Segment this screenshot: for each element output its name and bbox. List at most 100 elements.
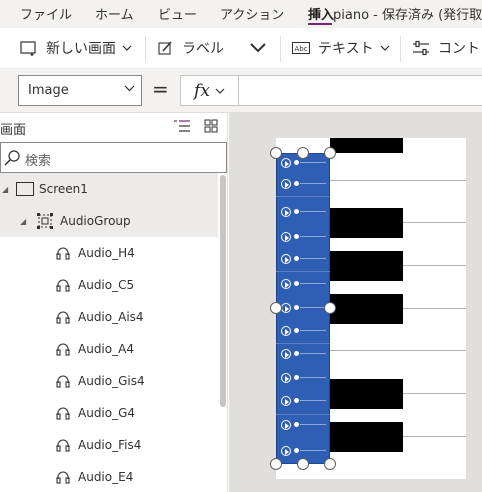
menu-insert[interactable]: 挿入 bbox=[308, 4, 334, 23]
seek-track[interactable] bbox=[300, 236, 326, 237]
seek-track[interactable] bbox=[300, 450, 326, 451]
seek-knob[interactable] bbox=[294, 448, 299, 453]
menu-home[interactable]: ホーム bbox=[95, 4, 134, 23]
resize-handle-top-right[interactable] bbox=[324, 147, 336, 159]
seek-track[interactable] bbox=[300, 330, 326, 331]
expand-caret-icon[interactable]: ◢ bbox=[2, 185, 8, 194]
tree-item-audio[interactable]: Audio_A4 bbox=[0, 333, 218, 365]
expand-caret-icon[interactable]: ◢ bbox=[20, 217, 26, 226]
audio-control[interactable] bbox=[276, 392, 330, 410]
tree-search-input[interactable]: 検索 bbox=[0, 142, 227, 173]
seek-knob[interactable] bbox=[294, 256, 299, 261]
resize-handle-bottom[interactable] bbox=[297, 458, 309, 470]
play-icon[interactable] bbox=[281, 326, 291, 336]
text-input-icon: Abc bbox=[292, 42, 310, 54]
seek-track[interactable] bbox=[300, 424, 326, 425]
tree-item-audio[interactable]: Audio_H4 bbox=[0, 237, 218, 269]
audio-control[interactable] bbox=[276, 203, 330, 221]
play-icon[interactable] bbox=[281, 303, 291, 313]
seek-track[interactable] bbox=[300, 162, 326, 163]
seek-track[interactable] bbox=[300, 211, 326, 212]
resize-handle-right[interactable] bbox=[324, 302, 336, 314]
tree-item-audio[interactable]: Audio_Fis4 bbox=[0, 429, 218, 461]
resize-handle-bottom-right[interactable] bbox=[324, 458, 336, 470]
resize-handle-left[interactable] bbox=[270, 302, 282, 314]
audio-control[interactable] bbox=[276, 369, 330, 387]
seek-track[interactable] bbox=[300, 183, 326, 184]
black-key[interactable] bbox=[330, 138, 403, 153]
seek-knob[interactable] bbox=[294, 234, 299, 239]
menu-file[interactable]: ファイル bbox=[20, 4, 72, 23]
resize-handle-top[interactable] bbox=[297, 147, 309, 159]
audio-control[interactable] bbox=[276, 345, 330, 363]
black-key[interactable] bbox=[330, 422, 403, 452]
resize-handle-bottom-left[interactable] bbox=[270, 458, 282, 470]
fx-icon: fx bbox=[194, 80, 210, 101]
controls-icon bbox=[413, 40, 429, 56]
tree-item-audio[interactable]: Audio_Ais4 bbox=[0, 301, 218, 333]
audio-control[interactable] bbox=[276, 322, 330, 340]
seek-knob[interactable] bbox=[294, 281, 299, 286]
formula-bar: Image = fx bbox=[0, 69, 482, 113]
play-icon[interactable] bbox=[281, 446, 291, 456]
audio-control[interactable] bbox=[276, 228, 330, 246]
black-key[interactable] bbox=[330, 251, 403, 281]
menu-action[interactable]: アクション bbox=[220, 4, 284, 23]
seek-knob[interactable] bbox=[294, 305, 299, 310]
play-icon[interactable] bbox=[281, 207, 291, 217]
property-dropdown[interactable]: Image bbox=[18, 75, 142, 106]
label-button[interactable]: ラベル bbox=[158, 28, 224, 68]
audio-divider bbox=[276, 414, 330, 415]
audio-control[interactable] bbox=[276, 416, 330, 434]
play-icon[interactable] bbox=[281, 158, 291, 168]
seek-knob[interactable] bbox=[294, 181, 299, 186]
seek-track[interactable] bbox=[300, 283, 326, 284]
new-screen-button[interactable]: 新しい画面 bbox=[20, 28, 140, 68]
list-view-icon[interactable] bbox=[173, 119, 191, 133]
play-icon[interactable] bbox=[281, 232, 291, 242]
audio-control[interactable] bbox=[276, 175, 330, 193]
seek-track[interactable] bbox=[300, 258, 326, 259]
seek-track[interactable] bbox=[300, 307, 326, 308]
audio-control[interactable] bbox=[276, 275, 330, 293]
headphones-icon bbox=[56, 407, 70, 420]
play-icon[interactable] bbox=[281, 373, 291, 383]
seek-knob[interactable] bbox=[294, 351, 299, 356]
play-icon[interactable] bbox=[281, 420, 291, 430]
tree-item-audio[interactable]: Audio_G4 bbox=[0, 397, 218, 429]
play-icon[interactable] bbox=[281, 179, 291, 189]
tree-item-audio[interactable]: Audio_E4 bbox=[0, 461, 218, 492]
text-button[interactable]: Abc テキスト bbox=[292, 28, 398, 68]
tree-item-audiogroup[interactable]: ◢ AudioGroup bbox=[0, 205, 218, 237]
seek-track[interactable] bbox=[300, 400, 326, 401]
tree-item-audio[interactable]: Audio_Gis4 bbox=[0, 365, 218, 397]
controls-button[interactable]: コント bbox=[412, 28, 480, 68]
seek-track[interactable] bbox=[300, 377, 326, 378]
seek-knob[interactable] bbox=[294, 328, 299, 333]
seek-knob[interactable] bbox=[294, 422, 299, 427]
tree-item-audio[interactable]: Audio_C5 bbox=[0, 269, 218, 301]
resize-handle-top-left[interactable] bbox=[270, 147, 282, 159]
play-icon[interactable] bbox=[281, 254, 291, 264]
seek-knob[interactable] bbox=[294, 209, 299, 214]
fx-button[interactable]: fx bbox=[180, 75, 239, 106]
seek-track[interactable] bbox=[300, 353, 326, 354]
formula-input[interactable] bbox=[239, 75, 482, 106]
play-icon[interactable] bbox=[281, 349, 291, 359]
headphones-icon bbox=[56, 343, 70, 356]
tree-item-screen1[interactable]: ◢ Screen1 bbox=[0, 173, 218, 205]
seek-knob[interactable] bbox=[294, 398, 299, 403]
black-key[interactable] bbox=[330, 208, 403, 238]
audio-control[interactable] bbox=[276, 250, 330, 268]
seek-knob[interactable] bbox=[294, 375, 299, 380]
play-icon[interactable] bbox=[281, 279, 291, 289]
black-key[interactable] bbox=[330, 294, 403, 324]
tree-scrollbar-thumb[interactable] bbox=[220, 175, 226, 407]
play-icon[interactable] bbox=[281, 396, 291, 406]
thumbnail-view-icon[interactable] bbox=[204, 119, 218, 133]
seek-knob[interactable] bbox=[294, 160, 299, 165]
black-key[interactable] bbox=[330, 379, 403, 409]
audio-control[interactable] bbox=[276, 299, 330, 317]
more-controls-chevron[interactable] bbox=[250, 28, 274, 68]
menu-view[interactable]: ビュー bbox=[158, 4, 197, 23]
